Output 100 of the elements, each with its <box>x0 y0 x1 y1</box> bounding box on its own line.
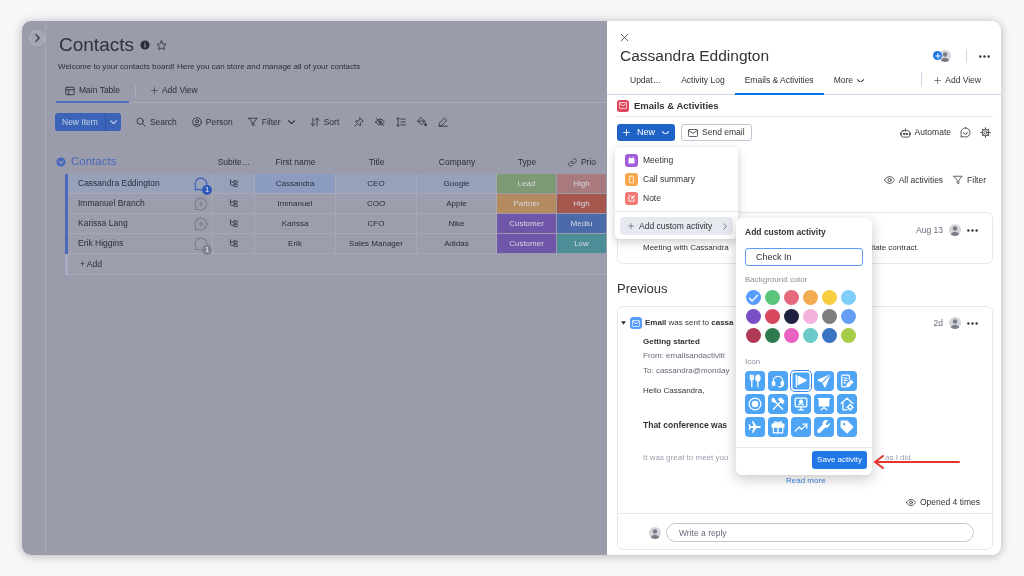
fork-spoon-icon <box>748 374 762 388</box>
flag-icon <box>794 374 808 388</box>
reply-input[interactable]: Write a reply <box>666 523 974 542</box>
activity-view-button[interactable]: All activities <box>883 174 944 186</box>
color-swatch-icon[interactable] <box>784 309 799 324</box>
icon-choice-button[interactable] <box>837 417 857 437</box>
send-email-button[interactable]: Send email <box>681 124 752 141</box>
panel-tab[interactable]: More <box>823 68 874 95</box>
chat-smile-icon[interactable] <box>960 127 971 138</box>
priority-label[interactable]: High <box>557 194 607 214</box>
read-more-link[interactable]: Read more <box>786 476 826 485</box>
row-height-icon[interactable] <box>396 117 407 127</box>
settings-icon[interactable] <box>980 127 991 138</box>
color-swatch-icon[interactable] <box>746 328 761 343</box>
menu-item[interactable]: Note <box>620 189 733 208</box>
type-label[interactable]: Customer <box>497 234 557 254</box>
close-icon[interactable] <box>620 33 629 42</box>
icon-choice-button[interactable] <box>814 394 834 414</box>
color-swatch-icon[interactable] <box>765 328 780 343</box>
avatar-icon <box>949 317 961 329</box>
icon-choice-button[interactable] <box>745 417 765 437</box>
collapse-caret-icon[interactable] <box>621 321 626 325</box>
subitems-icon[interactable] <box>229 199 238 208</box>
add-view-button[interactable]: Add View <box>924 68 991 95</box>
color-swatch-icon[interactable] <box>765 309 780 324</box>
icon-choice-button[interactable] <box>768 394 788 414</box>
icon-choice-button[interactable] <box>791 394 811 414</box>
collapse-group-icon[interactable] <box>56 157 66 167</box>
color-swatch-icon[interactable] <box>784 328 799 343</box>
icon-choice-button[interactable] <box>791 417 811 437</box>
item-name: Immanuel Branch <box>78 198 145 209</box>
funnel-icon <box>953 175 964 185</box>
color-swatch-icon[interactable] <box>803 309 818 324</box>
icon-choice-button[interactable] <box>768 417 788 437</box>
section-heading: Previous <box>617 282 668 296</box>
table-row[interactable]: Immanuel Branch Immanuel COO Apple Partner High <box>65 194 607 214</box>
star-icon[interactable] <box>156 39 167 51</box>
plus-icon <box>150 87 158 94</box>
color-swatch-icon[interactable] <box>765 290 780 305</box>
chat-bubble-icon[interactable] <box>194 176 208 191</box>
priority-label[interactable]: Mediu <box>557 214 607 234</box>
subitems-icon[interactable] <box>229 179 238 188</box>
icon-choice-button[interactable] <box>768 371 788 391</box>
color-swatch-icon[interactable] <box>784 290 799 305</box>
expand-sidebar-button[interactable] <box>29 30 45 46</box>
icon-choice-button[interactable] <box>745 371 765 391</box>
house-gear-icon <box>840 397 854 411</box>
icon-choice-button[interactable] <box>791 371 811 391</box>
filter-button[interactable]: Filter <box>247 113 295 131</box>
color-swatch-icon[interactable] <box>841 290 856 305</box>
menu-item[interactable]: Add custom activity <box>620 217 733 235</box>
info-icon[interactable] <box>140 40 150 50</box>
panel-tab[interactable]: Activity Log <box>671 68 735 95</box>
menu-item[interactable]: Call summary <box>620 170 733 189</box>
search-button[interactable]: Search <box>135 113 177 131</box>
caret-icon <box>662 130 669 135</box>
subitems-icon[interactable] <box>229 219 238 228</box>
color-swatch-icon[interactable] <box>822 309 837 324</box>
color-swatch-icon[interactable] <box>746 290 761 305</box>
icon-choice-button[interactable] <box>814 371 834 391</box>
priority-label[interactable]: Low <box>557 234 607 254</box>
filter-button[interactable]: Filter <box>953 174 986 186</box>
sort-button[interactable]: Sort <box>309 113 340 131</box>
new-button[interactable]: New <box>617 124 675 141</box>
panel-tab[interactable]: Emails & Activities <box>734 68 824 95</box>
color-swatch-icon[interactable] <box>822 328 837 343</box>
color-swatch-icon[interactable] <box>822 290 837 305</box>
pin-icon[interactable] <box>354 117 365 127</box>
more-dots-icon[interactable] <box>967 228 978 232</box>
automate-button[interactable]: Automate <box>899 127 951 138</box>
paint-bucket-icon[interactable] <box>417 117 428 127</box>
pen-icon[interactable] <box>438 117 449 127</box>
chat-bubble-icon[interactable] <box>194 236 208 251</box>
view-tab[interactable]: Add View <box>141 80 207 103</box>
color-swatch-icon[interactable] <box>746 309 761 324</box>
color-swatch-icon[interactable] <box>841 328 856 343</box>
subitems-icon[interactable] <box>229 239 238 248</box>
activity-name-input[interactable]: Check In <box>745 248 863 266</box>
type-label[interactable]: Customer <box>497 214 557 234</box>
eye-slash-icon[interactable] <box>375 117 386 127</box>
link-icon <box>567 157 577 167</box>
priority-label[interactable]: High <box>557 174 607 194</box>
new-item-button[interactable]: New Item <box>55 113 105 131</box>
more-dots-icon[interactable] <box>967 321 978 325</box>
panel-tab[interactable]: Updat… <box>620 68 672 95</box>
view-tab[interactable]: Main Table <box>56 80 129 103</box>
icon-choice-button[interactable] <box>837 394 857 414</box>
person-filter-button[interactable]: Person <box>191 113 233 131</box>
more-dots-icon[interactable] <box>979 54 990 58</box>
table-row[interactable]: Karissa Lang Karissa CFO Nike Customer Mediu <box>65 214 607 234</box>
icon-choice-button[interactable] <box>814 417 834 437</box>
save-activity-button[interactable]: Save activity <box>812 451 867 469</box>
color-swatch-icon[interactable] <box>803 328 818 343</box>
color-swatch-icon[interactable] <box>803 290 818 305</box>
field-label: Background color <box>745 275 808 285</box>
email-summary: Email was sent to cassa <box>645 318 734 328</box>
menu-item[interactable]: Meeting <box>620 151 733 170</box>
icon-choice-button[interactable] <box>745 394 765 414</box>
icon-choice-button[interactable] <box>837 371 857 391</box>
color-swatch-icon[interactable] <box>841 309 856 324</box>
